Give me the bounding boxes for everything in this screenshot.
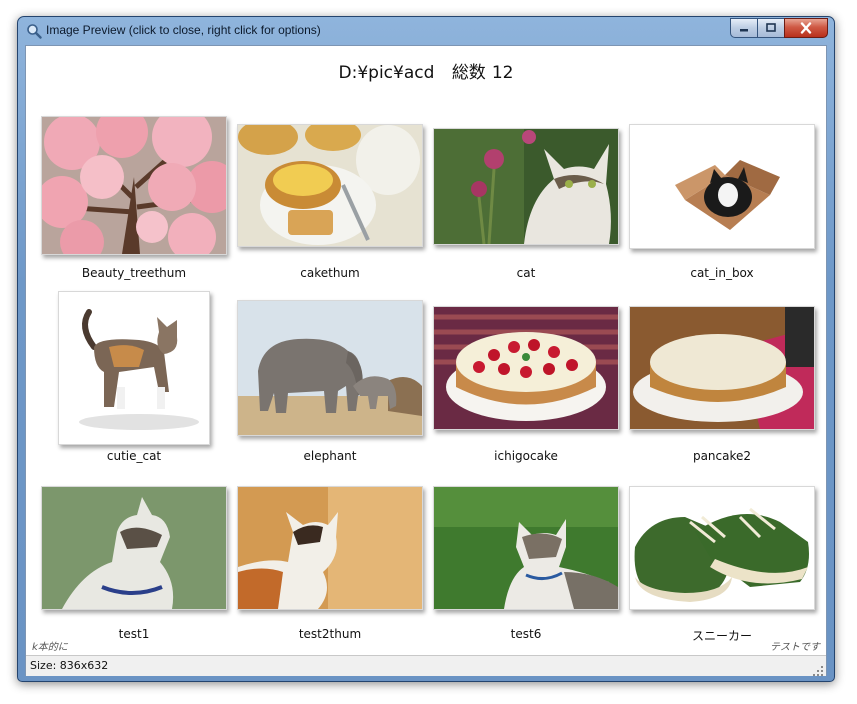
close-button[interactable]: [784, 18, 828, 38]
total-count: 12: [491, 63, 514, 83]
thumbnail-caption: cat_in_box: [690, 266, 754, 280]
calico-kitten-icon[interactable]: [237, 486, 423, 610]
kitten-profile-icon[interactable]: [41, 486, 227, 610]
magnifier-icon: [26, 23, 42, 39]
title-bar[interactable]: Image Preview (click to close, right cli…: [18, 17, 834, 44]
preview-area[interactable]: D:¥pic¥acd 総数 12 Beauty_treethum cakethu…: [25, 45, 827, 676]
maximize-icon: [766, 23, 776, 32]
elephants-icon[interactable]: [237, 300, 423, 436]
strawberry-cake-icon[interactable]: [433, 306, 619, 430]
thumbnail-caption: test1: [118, 627, 150, 641]
window-controls: [730, 18, 828, 38]
footer-right-text: テストです: [770, 642, 820, 653]
thumbnail-caption: pancake2: [692, 449, 752, 463]
cat-in-box-icon[interactable]: [629, 124, 815, 249]
close-icon: [800, 22, 812, 34]
cherry-blossom-tree-icon[interactable]: [41, 116, 227, 255]
image-preview-window: Image Preview (click to close, right cli…: [17, 16, 835, 682]
thumbnail-caption: test6: [510, 627, 542, 641]
thumbnail-caption: test2thum: [298, 627, 362, 641]
cheesecake-icon[interactable]: [629, 306, 815, 430]
resize-grip-icon[interactable]: [812, 662, 824, 676]
thumbnail-caption: cutie_cat: [106, 449, 162, 463]
folder-path: D:¥pic¥acd: [338, 63, 435, 83]
thumbnail-caption: ichigocake: [494, 449, 558, 463]
status-bar: Size: 836x632: [26, 655, 826, 676]
total-count-label: 総数: [451, 63, 486, 83]
minimize-button[interactable]: [730, 18, 757, 38]
window-title: Image Preview (click to close, right cli…: [46, 23, 321, 37]
maximize-button[interactable]: [757, 18, 784, 38]
minimize-icon: [740, 29, 748, 32]
footer-left-text: k本的に: [32, 642, 68, 653]
green-sneakers-icon[interactable]: [629, 486, 815, 610]
standing-calico-cat-icon[interactable]: [58, 291, 210, 445]
thumbnail-caption: cat: [516, 266, 536, 280]
cat-looking-up-icon[interactable]: [433, 128, 619, 245]
thumbnail-caption: elephant: [303, 449, 357, 463]
thumbnail-caption: cakethum: [300, 266, 360, 280]
kitten-on-grass-icon[interactable]: [433, 486, 619, 610]
thumbnail-caption: Beauty_treethum: [81, 266, 187, 280]
egg-tart-cake-icon[interactable]: [237, 124, 423, 247]
folder-header: D:¥pic¥acd 総数 12: [26, 58, 826, 83]
image-size-readout: Size: 836x632: [30, 659, 109, 672]
